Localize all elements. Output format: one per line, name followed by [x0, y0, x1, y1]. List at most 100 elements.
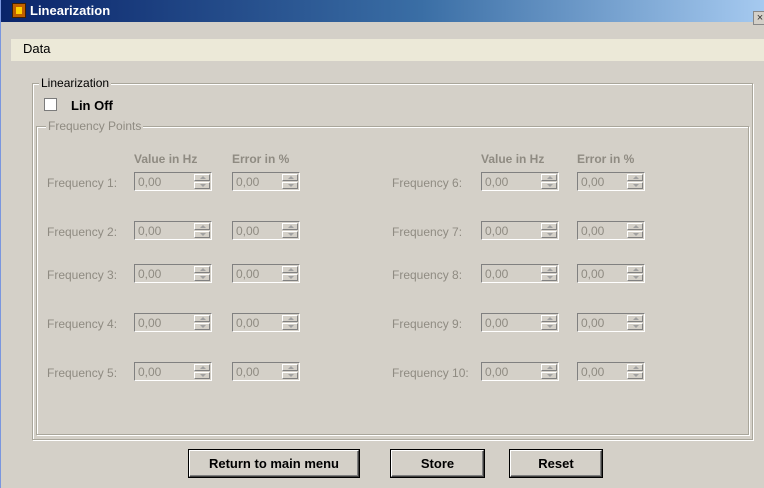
frequency-6-value-spinner[interactable]: 0,00 — [481, 172, 559, 191]
spinner-buttons — [627, 266, 643, 281]
spinner-buttons — [282, 266, 298, 281]
spinner-buttons — [541, 266, 557, 281]
lin-off-checkbox[interactable] — [44, 98, 57, 111]
frequency-5-label: Frequency 5: — [47, 366, 118, 380]
spin-up-icon[interactable] — [282, 315, 298, 322]
spin-up-icon[interactable] — [194, 223, 210, 230]
spinner-buttons — [541, 223, 557, 238]
spin-up-icon[interactable] — [282, 266, 298, 273]
spin-up-icon[interactable] — [282, 174, 298, 181]
menu-item-data[interactable]: Data — [23, 41, 50, 56]
spin-down-icon[interactable] — [194, 182, 210, 189]
spin-down-icon[interactable] — [541, 182, 557, 189]
spinner-buttons — [541, 174, 557, 189]
frequency-10-value: 0,00 — [485, 365, 509, 379]
title-bar[interactable]: Linearization — [1, 0, 764, 22]
frequency-10-error-spinner[interactable]: 0,00 — [577, 362, 645, 381]
lin-off-label[interactable]: Lin Off — [71, 98, 113, 113]
frequency-9-error: 0,00 — [581, 316, 605, 330]
spinner-buttons — [194, 174, 210, 189]
spin-up-icon[interactable] — [627, 266, 643, 273]
frequency-8-error-spinner[interactable]: 0,00 — [577, 264, 645, 283]
spinner-buttons — [194, 223, 210, 238]
spinner-buttons — [627, 174, 643, 189]
frequency-7-value-spinner[interactable]: 0,00 — [481, 221, 559, 240]
value-column-header-right: Value in Hz — [481, 152, 545, 166]
spin-up-icon[interactable] — [282, 364, 298, 371]
frequency-10-error: 0,00 — [581, 365, 605, 379]
frequency-4-error-spinner[interactable]: 0,00 — [232, 313, 300, 332]
spin-down-icon[interactable] — [541, 231, 557, 238]
spin-down-icon[interactable] — [627, 182, 643, 189]
frequency-9-error-spinner[interactable]: 0,00 — [577, 313, 645, 332]
frequency-6-error: 0,00 — [581, 175, 605, 189]
frequency-1-label: Frequency 1: — [47, 176, 118, 190]
frequency-2-error-spinner[interactable]: 0,00 — [232, 221, 300, 240]
return-to-main-menu-button[interactable]: Return to main menu — [189, 450, 359, 477]
spin-down-icon[interactable] — [194, 372, 210, 379]
spin-down-icon[interactable] — [194, 274, 210, 281]
frequency-2-value: 0,00 — [138, 224, 162, 238]
spin-up-icon[interactable] — [194, 364, 210, 371]
frequency-4-value-spinner[interactable]: 0,00 — [134, 313, 212, 332]
spin-up-icon[interactable] — [541, 315, 557, 322]
spin-down-icon[interactable] — [627, 274, 643, 281]
frequency-9-value: 0,00 — [485, 316, 509, 330]
spinner-buttons — [627, 315, 643, 330]
frequency-7-error-spinner[interactable]: 0,00 — [577, 221, 645, 240]
spin-down-icon[interactable] — [282, 372, 298, 379]
spin-up-icon[interactable] — [194, 266, 210, 273]
spin-up-icon[interactable] — [541, 266, 557, 273]
reset-button[interactable]: Reset — [510, 450, 602, 477]
spin-down-icon[interactable] — [282, 323, 298, 330]
frequency-2-label: Frequency 2: — [47, 225, 118, 239]
frequency-8-error: 0,00 — [581, 267, 605, 281]
frequency-10-value-spinner[interactable]: 0,00 — [481, 362, 559, 381]
spin-down-icon[interactable] — [282, 182, 298, 189]
spin-up-icon[interactable] — [541, 364, 557, 371]
frequency-5-value: 0,00 — [138, 365, 162, 379]
linearization-window: Linearization × Data Linearization Lin O… — [0, 0, 764, 488]
error-column-header-left: Error in % — [232, 152, 290, 166]
spinner-buttons — [194, 315, 210, 330]
spin-down-icon[interactable] — [627, 372, 643, 379]
spin-up-icon[interactable] — [627, 223, 643, 230]
spin-down-icon[interactable] — [194, 323, 210, 330]
frequency-5-value-spinner[interactable]: 0,00 — [134, 362, 212, 381]
spin-down-icon[interactable] — [194, 231, 210, 238]
spin-down-icon[interactable] — [282, 274, 298, 281]
frequency-4-value: 0,00 — [138, 316, 162, 330]
spin-down-icon[interactable] — [541, 323, 557, 330]
frequency-9-value-spinner[interactable]: 0,00 — [481, 313, 559, 332]
close-icon[interactable]: × — [753, 11, 764, 25]
frequency-8-value: 0,00 — [485, 267, 509, 281]
spin-up-icon[interactable] — [282, 223, 298, 230]
frequency-2-value-spinner[interactable]: 0,00 — [134, 221, 212, 240]
frequency-1-value-spinner[interactable]: 0,00 — [134, 172, 212, 191]
frequency-8-value-spinner[interactable]: 0,00 — [481, 264, 559, 283]
spin-up-icon[interactable] — [541, 223, 557, 230]
spin-up-icon[interactable] — [194, 315, 210, 322]
spin-up-icon[interactable] — [627, 364, 643, 371]
spin-down-icon[interactable] — [282, 231, 298, 238]
spin-up-icon[interactable] — [627, 315, 643, 322]
app-icon — [12, 3, 26, 18]
spin-up-icon[interactable] — [541, 174, 557, 181]
store-button[interactable]: Store — [391, 450, 484, 477]
spin-up-icon[interactable] — [627, 174, 643, 181]
spinner-buttons — [541, 315, 557, 330]
spin-down-icon[interactable] — [627, 231, 643, 238]
frequency-3-value-spinner[interactable]: 0,00 — [134, 264, 212, 283]
frequency-9-label: Frequency 9: — [392, 317, 463, 331]
frequency-1-error-spinner[interactable]: 0,00 — [232, 172, 300, 191]
spinner-buttons — [282, 315, 298, 330]
frequency-5-error-spinner[interactable]: 0,00 — [232, 362, 300, 381]
frequency-7-error: 0,00 — [581, 224, 605, 238]
spin-up-icon[interactable] — [194, 174, 210, 181]
spin-down-icon[interactable] — [541, 274, 557, 281]
spin-down-icon[interactable] — [627, 323, 643, 330]
spin-down-icon[interactable] — [541, 372, 557, 379]
frequency-3-error-spinner[interactable]: 0,00 — [232, 264, 300, 283]
frequency-3-label: Frequency 3: — [47, 268, 118, 282]
frequency-6-error-spinner[interactable]: 0,00 — [577, 172, 645, 191]
